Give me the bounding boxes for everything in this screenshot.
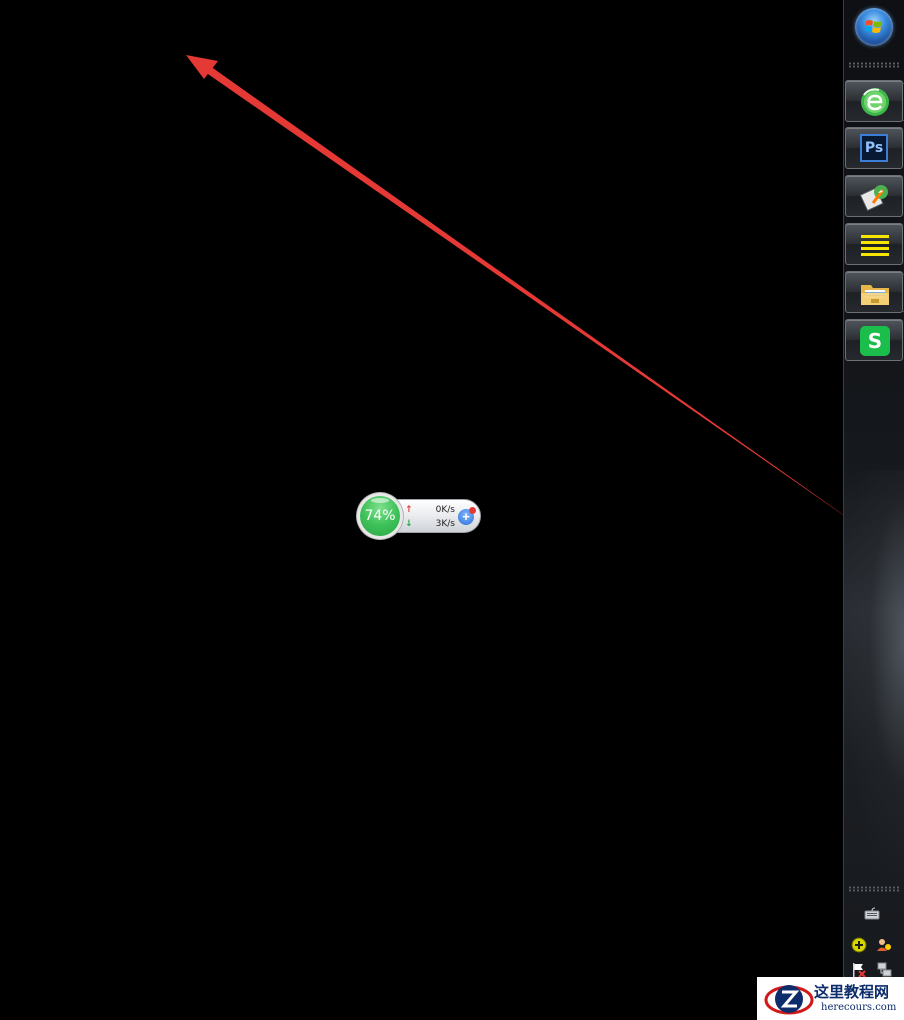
taskbar-app-flash-tool[interactable] — [845, 175, 903, 217]
taskbar: Ps S — [843, 0, 904, 1020]
flash-pen-icon — [859, 185, 888, 212]
network-icon[interactable] — [876, 962, 892, 978]
upload-row: ↑ 0K/s — [405, 505, 455, 518]
watermark-logo-icon — [764, 985, 814, 1015]
windows-logo-icon — [865, 20, 882, 33]
taskbar-app-360-browser[interactable] — [845, 80, 904, 122]
wps-s-icon: S — [860, 326, 890, 356]
network-speed-widget[interactable]: 74% ↑ 0K/s ↓ 3K/s + — [357, 493, 482, 539]
keyboard-icon[interactable] — [864, 906, 880, 922]
upload-speed: 0K/s — [435, 505, 455, 515]
download-row: ↓ 3K/s — [405, 519, 455, 532]
taskbar-grip-bottom[interactable] — [848, 886, 901, 892]
e-refresh-icon — [861, 88, 889, 116]
ball-gloss — [371, 498, 389, 503]
start-button[interactable] — [855, 8, 893, 46]
taskbar-app-notes[interactable] — [845, 223, 903, 265]
taskbar-app-file-explorer[interactable] — [845, 271, 904, 313]
watermark-title: 这里教程网 — [814, 983, 890, 1001]
flag-error-icon[interactable] — [851, 962, 867, 978]
user-security-icon[interactable] — [876, 937, 892, 953]
notification-dot — [469, 507, 476, 514]
taskbar-grip-top[interactable] — [848, 62, 901, 68]
watermark-url: herecours.com — [821, 1002, 897, 1013]
download-speed: 3K/s — [435, 519, 455, 529]
memory-usage-ball[interactable]: 74% — [357, 493, 403, 539]
photoshop-icon: Ps — [860, 134, 888, 162]
download-arrow-icon: ↓ — [405, 519, 413, 529]
taskbar-app-wps-spreadsheet[interactable]: S — [845, 319, 903, 361]
yellow-lines-icon — [861, 235, 889, 256]
add-green-icon[interactable] — [851, 937, 867, 953]
taskbar-app-photoshop[interactable]: Ps — [845, 127, 903, 169]
upload-arrow-icon: ↑ — [405, 505, 413, 515]
site-watermark: 这里教程网 herecours.com — [757, 977, 904, 1020]
folder-icon — [861, 285, 889, 305]
